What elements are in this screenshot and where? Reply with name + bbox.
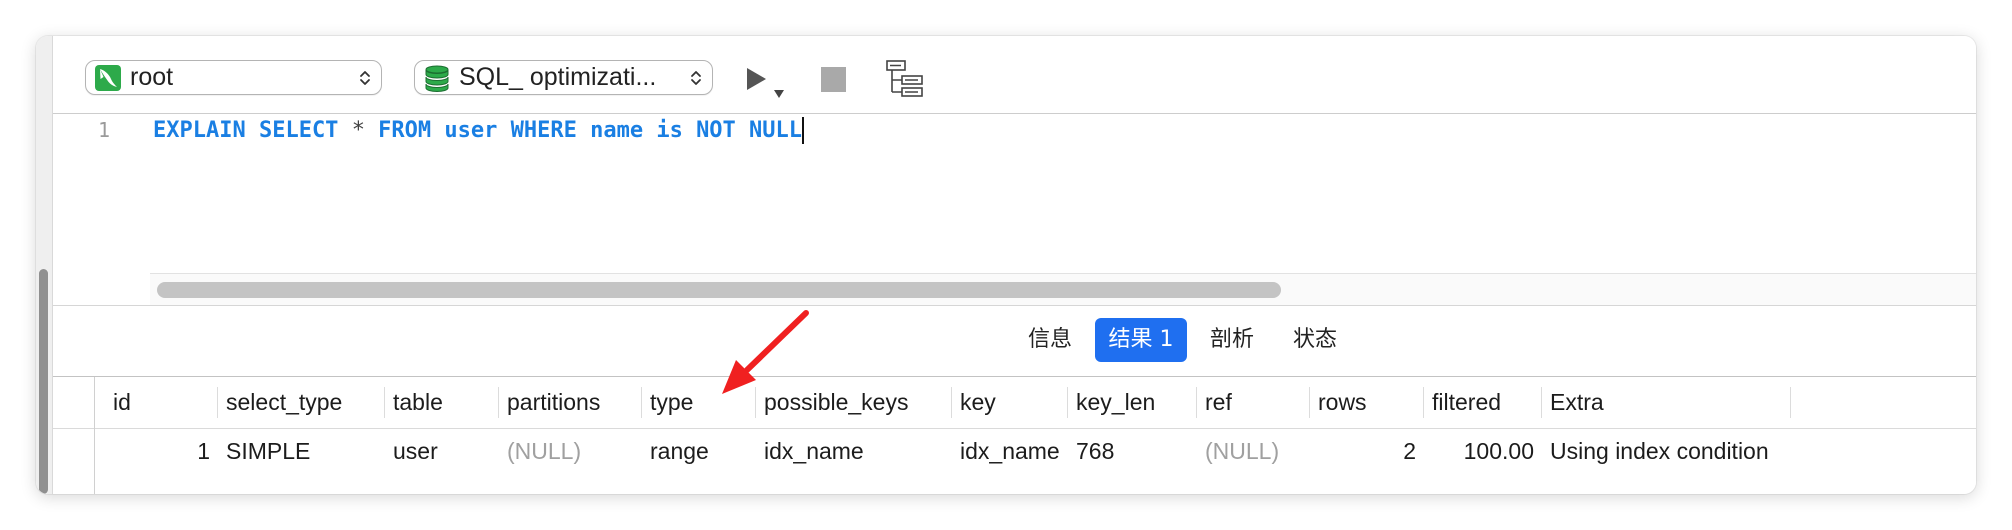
line-number: 1 xyxy=(97,118,110,142)
database-select[interactable]: SQL_ optimizati... xyxy=(414,60,713,95)
database-select-label: SQL_ optimizati... xyxy=(459,63,657,91)
table-cell[interactable]: user xyxy=(385,429,499,473)
column-header[interactable]: filtered xyxy=(1424,377,1542,428)
table-cell[interactable]: (NULL) xyxy=(1197,429,1310,473)
text-cursor xyxy=(802,117,805,144)
row-number-column[interactable] xyxy=(53,377,95,494)
connection-select[interactable]: root xyxy=(85,60,382,95)
table-cell[interactable]: SIMPLE xyxy=(218,429,385,473)
table-cell[interactable]: idx_name xyxy=(756,429,952,473)
query-window: root SQL_ optimizati... 1 EXPLAIN SELECT… xyxy=(36,36,1976,494)
table-cell[interactable]: idx_name xyxy=(952,429,1068,473)
side-panel-edge xyxy=(36,36,53,494)
column-header[interactable]: rows xyxy=(1310,377,1424,428)
table-cell[interactable]: Using index condition xyxy=(1542,429,1791,473)
mysql-connection-icon xyxy=(95,64,121,92)
dropdown-triangle-icon[interactable] xyxy=(774,85,784,98)
database-icon xyxy=(424,64,450,92)
sql-keyword-text: FROM user WHERE name is NOT NULL xyxy=(364,118,803,143)
play-icon[interactable] xyxy=(744,67,768,91)
column-header[interactable]: key xyxy=(952,377,1068,428)
stop-icon[interactable] xyxy=(821,67,846,92)
sql-operator-text: * xyxy=(351,118,365,143)
explain-tree-icon[interactable] xyxy=(885,59,924,98)
column-header[interactable]: id xyxy=(95,377,218,428)
sql-code-line[interactable]: EXPLAIN SELECT * FROM user WHERE name is… xyxy=(153,117,805,144)
query-toolbar: root SQL_ optimizati... xyxy=(53,36,1976,114)
sql-editor[interactable]: 1 EXPLAIN SELECT * FROM user WHERE name … xyxy=(53,114,1976,305)
editor-horizontal-scrollbar[interactable] xyxy=(150,273,1976,305)
tab-profile[interactable]: 剖析 xyxy=(1202,318,1262,362)
table-cell[interactable]: 1 xyxy=(95,429,218,473)
column-header[interactable]: ref xyxy=(1197,377,1310,428)
table-row[interactable]: 1 SIMPLE user (NULL) range idx_name idx_… xyxy=(95,429,1791,473)
side-panel-scrollbar[interactable] xyxy=(39,269,48,494)
scrollbar-thumb[interactable] xyxy=(157,282,1281,298)
chevron-up-down-icon xyxy=(358,67,372,89)
column-header[interactable]: select_type xyxy=(218,377,385,428)
table-cell[interactable]: (NULL) xyxy=(499,429,642,473)
table-cell[interactable]: 768 xyxy=(1068,429,1197,473)
column-header[interactable]: partitions xyxy=(499,377,642,428)
tab-result-1[interactable]: 结果 1 xyxy=(1095,318,1187,362)
column-header[interactable]: possible_keys xyxy=(756,377,952,428)
table-header: id select_type table partitions type pos… xyxy=(95,377,1791,428)
column-header[interactable]: key_len xyxy=(1068,377,1197,428)
results-panel: 信息 结果 1 剖析 状态 id select_type table parti… xyxy=(53,305,1976,494)
column-header[interactable]: Extra xyxy=(1542,377,1791,428)
table-cell[interactable]: range xyxy=(642,429,756,473)
column-header[interactable]: type xyxy=(642,377,756,428)
tab-status[interactable]: 状态 xyxy=(1285,318,1345,362)
table-cell[interactable]: 100.00 xyxy=(1424,429,1542,473)
tab-info[interactable]: 信息 xyxy=(1020,318,1080,362)
chevron-up-down-icon xyxy=(689,67,703,89)
connection-select-label: root xyxy=(130,63,174,91)
table-cell[interactable]: 2 xyxy=(1310,429,1424,473)
sql-keyword-text: EXPLAIN SELECT xyxy=(153,118,352,143)
column-header[interactable]: table xyxy=(385,377,499,428)
